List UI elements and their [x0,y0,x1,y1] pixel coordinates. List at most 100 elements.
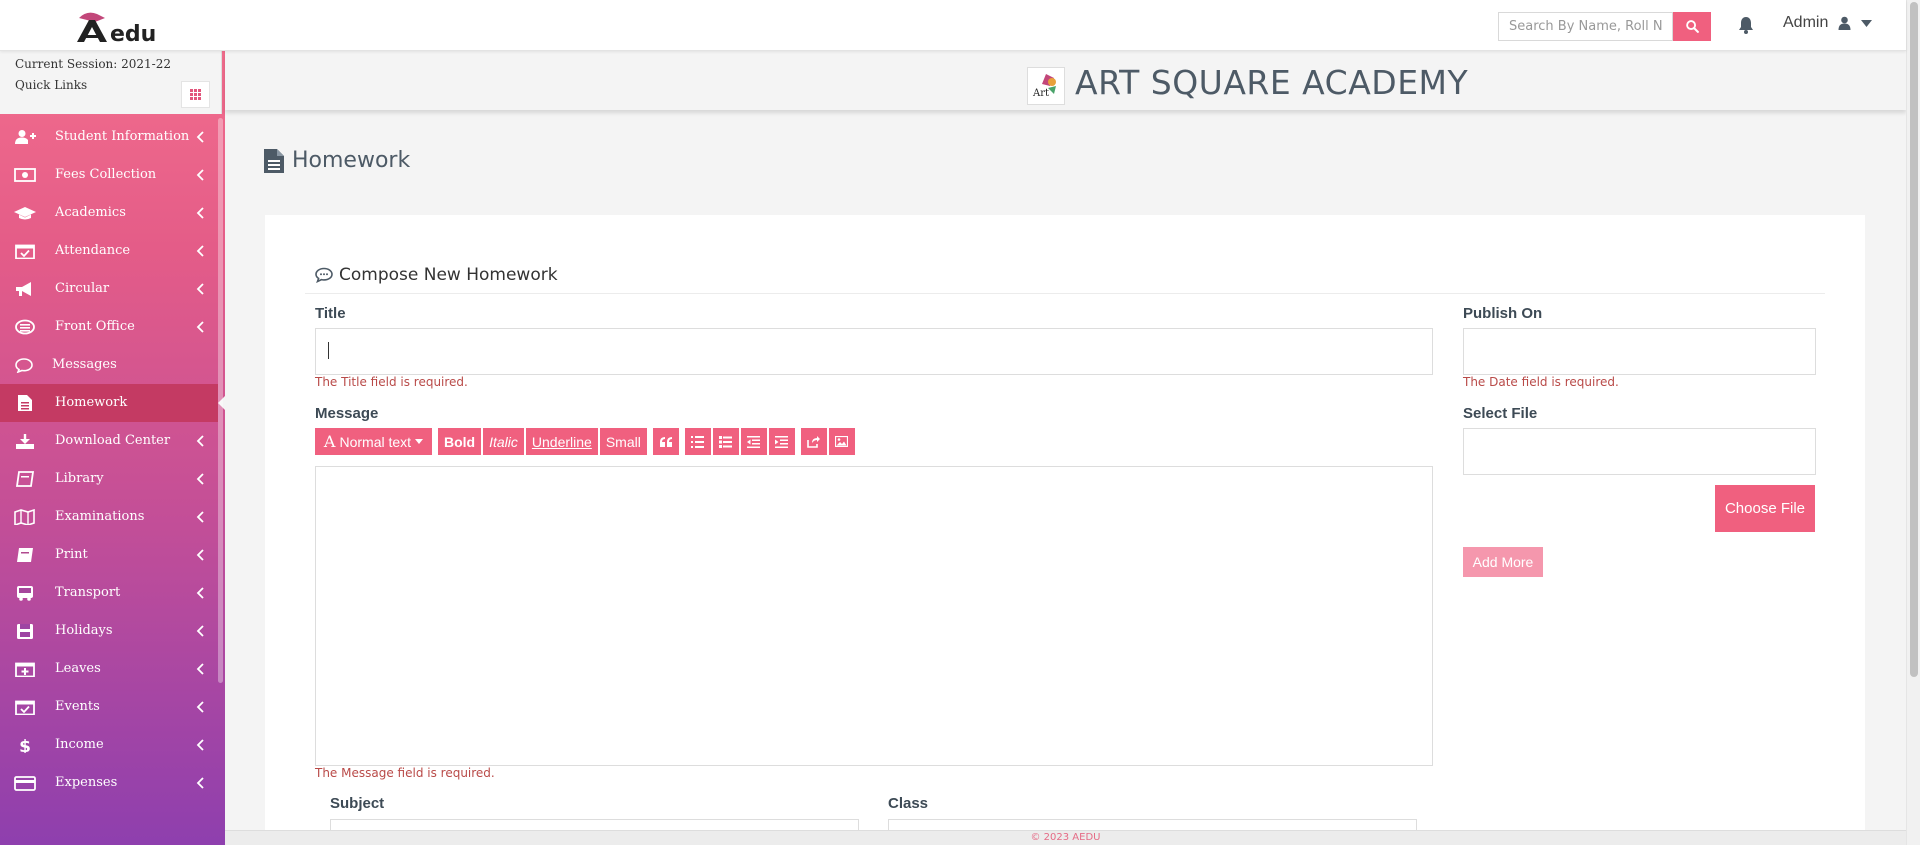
sidebar-item-label: Academics [55,205,126,220]
small-button[interactable]: Small [599,428,647,455]
bell-icon[interactable] [1737,16,1755,34]
sidebar-item-label: Circular [55,281,110,296]
search-icon [1685,20,1699,33]
sidebar-item-circular[interactable]: Circular [0,270,218,308]
sidebar-item-examinations[interactable]: Examinations [0,498,218,536]
sidebar: Current Session: 2021-22 Quick Links Stu… [0,51,225,845]
user-icon [1838,16,1851,30]
user-plus-icon [14,129,36,145]
sidebar-item-academics[interactable]: Academics [0,194,218,232]
search-button[interactable] [1673,12,1711,41]
sidebar-item-attendance[interactable]: Attendance [0,232,218,270]
sidebar-item-download-center[interactable]: Download Center [0,422,218,460]
date-error: The Date field is required. [1463,375,1619,389]
sidebar-item-label: Download Center [55,433,171,448]
title-error: The Title field is required. [315,375,468,389]
outdent-button[interactable] [740,428,767,455]
calendar-check-icon [14,243,36,259]
book-icon [14,471,36,487]
top-navbar: edu Admin [0,0,1906,51]
school-name: ART SQUARE ACADEMY [1075,63,1469,102]
indent-icon [775,435,789,448]
chevron-left-icon [196,131,206,143]
format-group: Bold Italic Underline Small [438,428,647,455]
page-scrollbar[interactable] [1906,0,1920,845]
save-icon [14,623,36,639]
sidebar-item-fees-collection[interactable]: Fees Collection [0,156,218,194]
italic-button[interactable]: Italic [483,428,524,455]
publish-on-label: Publish On [1463,305,1543,322]
chevron-left-icon [196,321,206,333]
sidebar-item-label: Student Information [55,129,190,144]
sidebar-item-library[interactable]: Library [0,460,218,498]
sidebar-item-transport[interactable]: Transport [0,574,218,612]
user-name: Admin [1783,14,1829,31]
sidebar-scrollbar[interactable] [218,118,223,683]
dollar-icon: $ [14,737,36,753]
quote-button[interactable] [652,428,679,455]
current-session: Current Session: 2021-22 [15,57,171,71]
sidebar-item-label: Transport [55,585,121,600]
sidebar-item-label: Expenses [55,775,118,790]
text-style-dropdown[interactable]: A Normal text [315,428,432,455]
quick-links-label: Quick Links [15,78,88,92]
sidebar-item-leaves[interactable]: Leaves [0,650,218,688]
sidebar-item-print[interactable]: Print [0,536,218,574]
sidebar-item-events[interactable]: Events [0,688,218,726]
title-input[interactable] [315,328,1433,375]
scrollbar-thumb[interactable] [1910,2,1918,677]
sidebar-item-homework[interactable]: Homework [0,384,225,422]
message-editor[interactable] [315,466,1433,766]
calendar-plus-icon [14,661,36,677]
sidebar-item-holidays[interactable]: Holidays [0,612,218,650]
sidebar-item-label: Income [55,737,104,752]
chevron-left-icon [196,169,206,181]
image-button[interactable] [828,428,855,455]
page-header: Homework [264,148,410,173]
unordered-list-button[interactable] [684,428,711,455]
list-ul-icon [691,435,705,448]
sidebar-item-student-information[interactable]: Student Information [0,118,218,156]
download-icon [14,433,36,449]
search-input[interactable] [1498,12,1673,41]
sidebar-item-label: Events [55,699,100,714]
app-logo[interactable]: edu [75,10,156,47]
money-icon [14,167,36,183]
bold-button[interactable]: Bold [438,428,482,455]
bullhorn-icon [14,281,36,297]
sidebar-item-messages[interactable]: Messages [0,346,218,384]
indent-button[interactable] [768,428,795,455]
quick-links-button[interactable] [181,81,210,108]
share-icon [807,435,821,448]
quote-icon [659,436,672,447]
caret-down-icon [1861,19,1873,27]
list-group [684,428,795,455]
compose-homework-card: Compose New Homework Title The Title fie… [265,215,1865,839]
user-menu[interactable]: Admin [1783,14,1873,32]
image-icon [835,436,849,447]
link-button[interactable] [800,428,827,455]
publish-on-input[interactable] [1463,328,1816,375]
file-text-icon [264,148,284,173]
comments-icon [14,357,36,373]
text-style-label: Normal text [339,433,412,450]
select-file-label: Select File [1463,405,1538,422]
sidebar-item-expenses[interactable]: Expenses [0,764,218,802]
graduation-cap-icon [14,205,36,221]
file-name-input[interactable] [1463,428,1816,475]
title-label: Title [315,305,346,322]
message-label: Message [315,405,379,422]
choose-file-button[interactable]: Choose File [1715,485,1815,532]
underline-button[interactable]: Underline [525,428,598,455]
font-icon: A [323,432,336,451]
add-more-button[interactable]: Add More [1463,547,1543,577]
sidebar-item-front-office[interactable]: Front Office [0,308,218,346]
list-ol-icon [719,435,733,448]
chevron-left-icon [196,473,206,485]
sidebar-item-label: Holidays [55,623,113,638]
chevron-left-icon [196,663,206,675]
ordered-list-button[interactable] [712,428,739,455]
sidebar-item-income[interactable]: $ Income [0,726,218,764]
sidebar-item-label: Fees Collection [55,167,157,182]
bus-icon [14,585,36,601]
